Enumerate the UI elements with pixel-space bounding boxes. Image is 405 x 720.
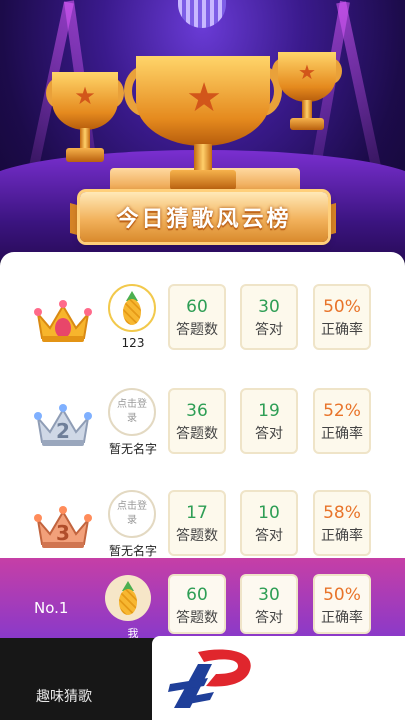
login-avatar-button[interactable]: 点击登录 xyxy=(108,490,156,538)
gold-crown-icon xyxy=(34,300,92,342)
svg-text:3: 3 xyxy=(56,521,70,545)
accuracy-label: 正确率 xyxy=(321,322,363,338)
leaderboard-title-banner: 今日猜歌风云榜 xyxy=(80,192,328,242)
accuracy-label: 正确率 xyxy=(321,610,363,626)
accuracy-stat: 58% 正确率 xyxy=(313,490,371,556)
accuracy-stat: 50% 正确率 xyxy=(313,284,371,350)
correct-label: 答对 xyxy=(255,528,283,544)
accuracy-label: 正确率 xyxy=(321,426,363,442)
leaderboard-card: 123 60 答题数 30 答对 50% 正确率 2 点击登录 暂无名字 36 … xyxy=(0,252,405,582)
correct-value: 10 xyxy=(258,503,280,523)
player-name: 暂无名字 xyxy=(108,544,157,558)
hero-banner: ★ ★ ★ 今日猜歌风云榜 xyxy=(0,0,405,260)
accuracy-value: 52% xyxy=(323,401,361,421)
bronze-crown-icon: 3 xyxy=(34,506,92,548)
correct-stat: 10 答对 xyxy=(240,490,298,556)
questions-label: 答题数 xyxy=(176,610,218,626)
pineapple-avatar-icon xyxy=(121,291,143,325)
questions-stat: 36 答题数 xyxy=(168,388,226,454)
login-avatar-button[interactable]: 点击登录 xyxy=(108,388,156,436)
trophy-icon: ★ xyxy=(124,56,282,196)
correct-label: 答对 xyxy=(255,610,283,626)
questions-label: 答题数 xyxy=(176,426,218,442)
questions-stat: 17 答题数 xyxy=(168,490,226,556)
tab-fun-guess-song[interactable]: 趣味猜歌 xyxy=(36,686,92,706)
my-rank-row: No.1 我 60 答题数 30 答对 50% 正确率 xyxy=(0,558,405,640)
my-accuracy-stat: 50% 正确率 xyxy=(313,574,371,634)
questions-value: 17 xyxy=(186,503,208,523)
my-correct-stat: 30 答对 xyxy=(240,574,298,634)
accuracy-stat: 52% 正确率 xyxy=(313,388,371,454)
correct-value: 30 xyxy=(258,297,280,317)
trophy-icon: ★ xyxy=(46,72,124,172)
pineapple-avatar-icon xyxy=(117,581,139,615)
accuracy-value: 50% xyxy=(323,585,361,605)
brand-logo-icon xyxy=(168,649,251,708)
login-prompt: 点击登录 xyxy=(117,399,147,424)
correct-label: 答对 xyxy=(255,322,283,338)
player-name: 123 xyxy=(121,336,145,350)
page: ★ ★ ★ 今日猜歌风云榜 123 60 答题数 30 答对 50% 正确率 2… xyxy=(0,0,405,720)
leaderboard-row-2[interactable]: 2 点击登录 暂无名字 36 答题数 19 答对 52% 正确率 xyxy=(0,388,405,478)
silver-crown-icon: 2 xyxy=(34,404,92,446)
accuracy-label: 正确率 xyxy=(321,528,363,544)
questions-label: 答题数 xyxy=(176,322,218,338)
questions-value: 60 xyxy=(186,585,208,605)
player-name: 暂无名字 xyxy=(108,442,157,456)
trophy-icon: ★ xyxy=(272,52,342,144)
my-rank-label: No.1 xyxy=(34,599,69,617)
correct-value: 19 xyxy=(258,401,280,421)
questions-value: 60 xyxy=(186,297,208,317)
page-title: 今日猜歌风云榜 xyxy=(116,207,292,232)
correct-stat: 19 答对 xyxy=(240,388,298,454)
correct-label: 答对 xyxy=(255,426,283,442)
questions-label: 答题数 xyxy=(176,528,218,544)
svg-text:2: 2 xyxy=(56,419,70,443)
disco-ball-icon xyxy=(178,0,226,28)
questions-value: 36 xyxy=(186,401,208,421)
questions-stat: 60 答题数 xyxy=(168,284,226,350)
correct-stat: 30 答对 xyxy=(240,284,298,350)
leaderboard-row-1[interactable]: 123 60 答题数 30 答对 50% 正确率 xyxy=(0,284,405,374)
correct-value: 30 xyxy=(258,585,280,605)
accuracy-value: 50% xyxy=(323,297,361,317)
my-questions-stat: 60 答题数 xyxy=(168,574,226,634)
avatar[interactable] xyxy=(108,284,156,332)
accuracy-value: 58% xyxy=(323,503,361,523)
login-prompt: 点击登录 xyxy=(117,501,147,526)
brand-logo-panel xyxy=(152,636,405,720)
my-avatar[interactable] xyxy=(105,575,151,621)
